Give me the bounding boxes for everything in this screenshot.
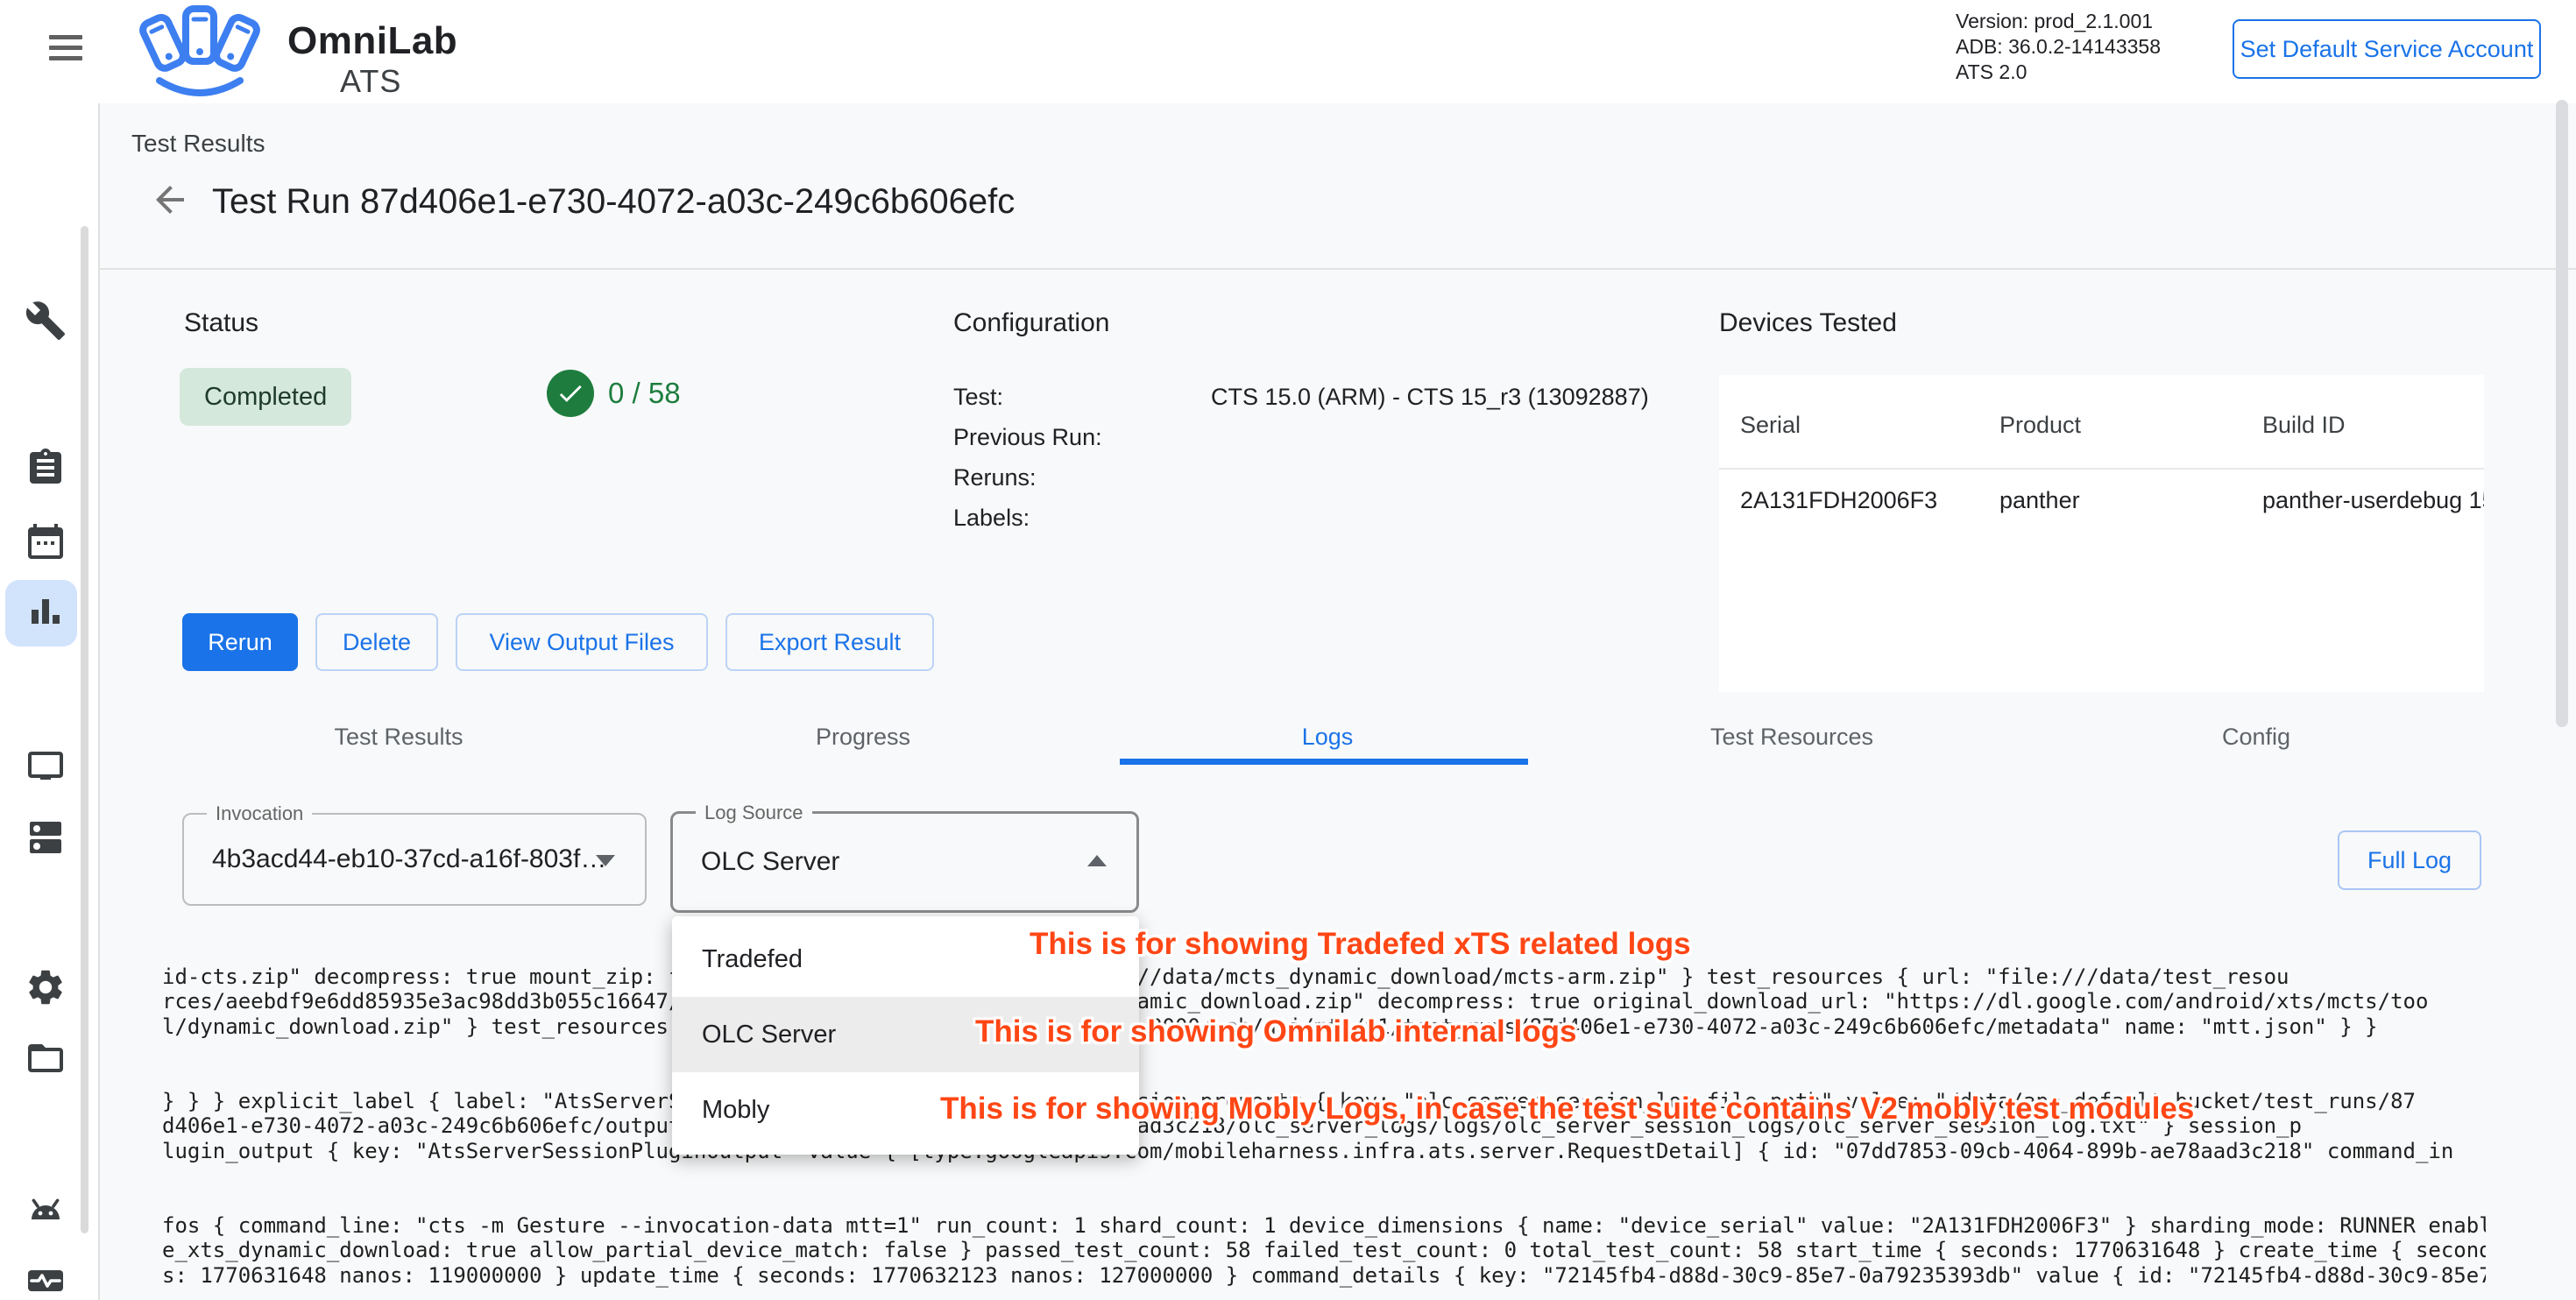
config-label: Labels: [953,505,1030,532]
sidebar-nav [0,103,98,1300]
config-label: Reruns: [953,464,1037,491]
devices-tested-heading: Devices Tested [1719,308,1897,338]
version-info: Version: prod_2.1.001 ADB: 36.0.2-141433… [1956,9,2161,85]
clipboard-icon [25,447,67,489]
annotation-mobly: This is for showing Mobly Logs, in case … [940,1092,2194,1127]
devices-table: Serial Product Build ID 2A131FDH2006F3 p… [1719,375,2484,692]
tab-progress[interactable]: Progress [631,708,1095,766]
wrench-icon [25,300,67,342]
set-default-service-account-button[interactable]: Set Default Service Account [2233,19,2541,79]
config-label: Previous Run: [953,424,1102,451]
log-source-select[interactable]: Log Source OLC Server [670,811,1139,913]
log-source-label: Log Source [696,802,812,824]
export-result-button[interactable]: Export Result [725,613,934,671]
folder-icon [25,1037,67,1079]
app-subtitle: ATS [340,63,401,100]
device-build-id-cell: panther-userdebug 15 r [2262,487,2484,514]
tab-bar: Test Results Progress Logs Test Resource… [166,708,2488,766]
menu-icon[interactable] [49,35,84,65]
device-serial-cell: 2A131FDH2006F3 [1740,487,1937,514]
status-heading: Status [184,308,258,338]
check-circle-icon [547,370,594,417]
full-log-button[interactable]: Full Log [2338,830,2481,890]
annotation-tradefed: This is for showing Tradefed xTS related… [1030,927,1691,962]
invocation-select[interactable]: Invocation 4b3acd44-eb10-37cd-a16f-803f… [182,813,647,906]
annotation-olc-server: This is for showing Omnilab internal log… [975,1014,1576,1049]
app-name: OmniLab [287,19,457,63]
calendar-icon [25,520,67,562]
back-arrow-icon[interactable] [149,179,191,221]
bar-chart-icon [25,592,67,634]
invocation-value: 4b3acd44-eb10-37cd-a16f-803f… [212,844,606,874]
android-icon [25,1190,67,1232]
view-output-files-button[interactable]: View Output Files [456,613,708,671]
sidebar-item-settings[interactable] [25,966,67,1008]
column-header-product: Product [1999,412,2081,439]
tab-test-resources[interactable]: Test Resources [1560,708,2024,766]
health-monitor-icon [25,1260,67,1300]
sidebar-item-android[interactable] [25,1190,67,1232]
adb-version-line: ADB: 36.0.2-14143358 [1956,34,2161,60]
sidebar-scrollbar[interactable] [81,226,88,1233]
table-header-divider [1719,468,2484,470]
configuration-heading: Configuration [953,308,1109,338]
column-header-serial: Serial [1740,412,1801,439]
omnilab-logo-icon [114,4,286,102]
sidebar-divider [98,103,100,1300]
status-badge: Completed [180,368,351,426]
sidebar-item-schedule[interactable] [25,520,67,562]
rerun-button[interactable]: Rerun [182,613,298,671]
tab-test-results[interactable]: Test Results [166,708,631,766]
invocation-label: Invocation [207,802,312,825]
server-icon [25,816,67,858]
ats-version-line: ATS 2.0 [1956,60,2161,85]
active-tab-indicator [1120,759,1528,765]
config-value: CTS 15.0 (ARM) - CTS 15_r3 (13092887) [1211,384,1649,411]
header-divider [100,268,2576,270]
breadcrumb: Test Results [131,130,265,158]
log-source-value: OLC Server [701,847,839,877]
laptop-device-icon [25,745,67,787]
sidebar-item-monitoring[interactable] [25,1260,67,1300]
version-line: Version: prod_2.1.001 [1956,9,2161,34]
sidebar-item-test-results[interactable] [25,592,67,634]
sidebar-item-files[interactable] [25,1037,67,1079]
app-header: OmniLab ATS Version: prod_2.1.001 ADB: 3… [0,0,2576,103]
sidebar-item-test-plans[interactable] [25,447,67,489]
fail-pass-count: 0 / 58 [608,377,681,410]
chevron-down-icon [596,855,615,866]
device-product-cell: panther [1999,487,2080,514]
sidebar-item-hosts[interactable] [25,816,67,858]
column-header-build-id: Build ID [2262,412,2346,439]
config-label: Test: [953,384,1003,411]
page-title: Test Run 87d406e1-e730-4072-a03c-249c6b6… [212,182,1015,222]
sidebar-item-tests[interactable] [25,300,67,342]
tab-config[interactable]: Config [2024,708,2488,766]
omnilab-ats-app: OmniLab ATS Version: prod_2.1.001 ADB: 3… [0,0,2576,1300]
delete-button[interactable]: Delete [315,613,438,671]
sidebar-item-devices[interactable] [25,745,67,787]
gear-icon [25,966,67,1008]
tab-logs[interactable]: Logs [1095,708,1560,766]
page-scrollbar[interactable] [2556,100,2568,727]
chevron-up-icon [1087,855,1107,866]
